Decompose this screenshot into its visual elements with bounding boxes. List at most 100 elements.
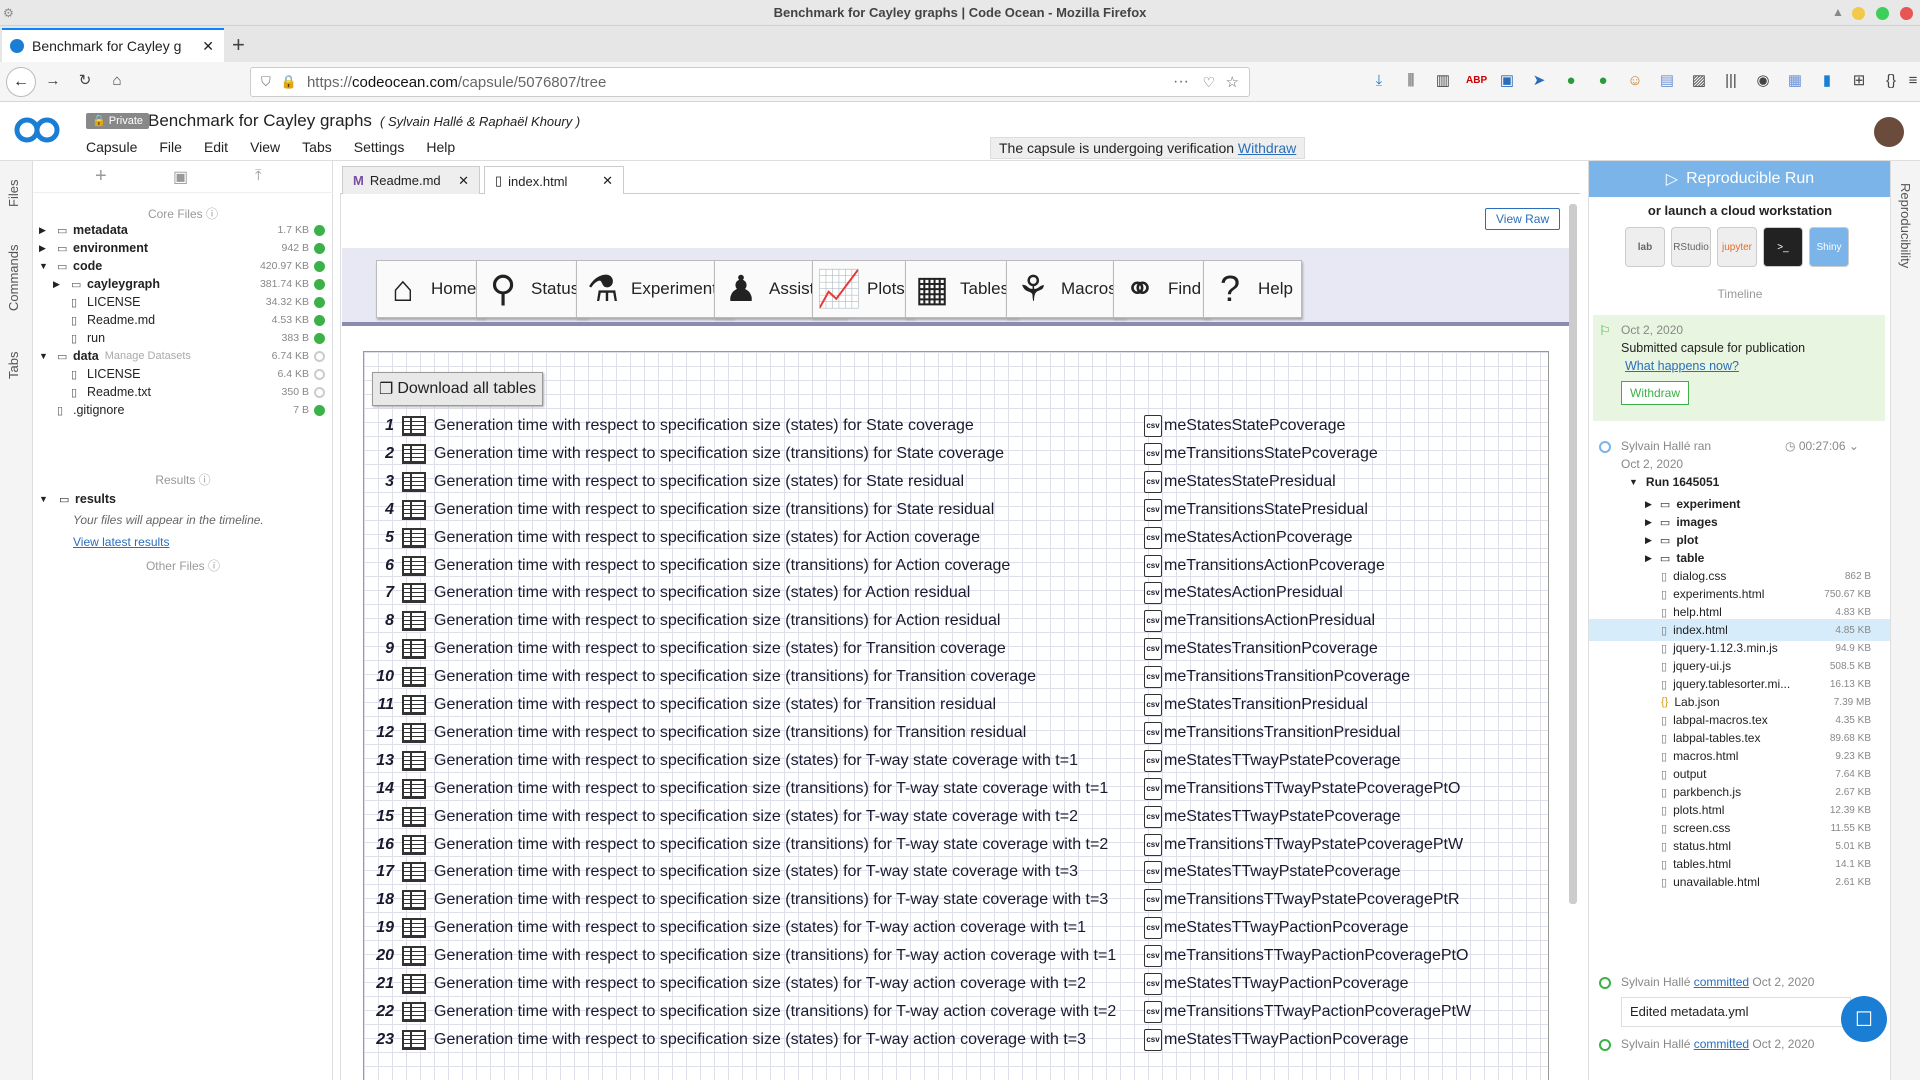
info-icon[interactable]: ⓘ (199, 473, 211, 487)
table-title-link[interactable]: Generation time with respect to specific… (434, 752, 1078, 770)
nav-plots-button[interactable]: 📈 Plots (812, 260, 914, 318)
extension-grid-icon[interactable]: ▦ (1786, 72, 1804, 90)
withdraw-link[interactable]: Withdraw (1238, 140, 1296, 156)
menu-help[interactable]: Help (426, 139, 455, 155)
expand-arrow-icon[interactable]: ▼ (1629, 477, 1638, 487)
table-icon[interactable] (402, 611, 426, 632)
vertical-scrollbar[interactable] (1569, 204, 1577, 904)
table-icon[interactable] (402, 527, 426, 548)
csv-download-link[interactable]: csv meStatesTransitionPcoverage (1144, 638, 1378, 661)
table-title-link[interactable]: Generation time with respect to specific… (434, 557, 1010, 575)
minimize-button[interactable] (1852, 7, 1865, 20)
table-title-link[interactable]: Generation time with respect to specific… (434, 947, 1116, 965)
csv-download-link[interactable]: csv meStatesTransitionPresidual (1144, 694, 1368, 716)
extension-braces-icon[interactable]: {} (1882, 72, 1900, 90)
committed-link[interactable]: committed (1694, 975, 1749, 989)
table-icon[interactable] (402, 918, 426, 939)
nav-macros-button[interactable]: ⚘ Macros (1006, 260, 1126, 318)
terminal-icon[interactable]: >_ (1763, 227, 1803, 267)
expand-arrow-icon[interactable]: ▶ (1645, 535, 1652, 546)
table-icon[interactable] (402, 1001, 426, 1022)
nav-find-button[interactable]: ⚭ Find (1113, 260, 1211, 318)
table-icon[interactable] (402, 862, 426, 883)
codeocean-logo[interactable] (14, 117, 62, 143)
upload-icon[interactable]: ⤒ (255, 167, 262, 184)
info-icon[interactable]: ⓘ (208, 559, 220, 573)
reproducibility-tab[interactable]: Reproducibility (1898, 183, 1913, 268)
csv-download-link[interactable]: csv meTransitionsTransitionPcoverage (1144, 666, 1410, 689)
table-icon[interactable] (402, 639, 426, 660)
expand-arrow-icon[interactable]: ▶ (1645, 517, 1652, 528)
rail-tab-commands[interactable]: Commands (6, 245, 21, 311)
manage-datasets-link[interactable]: Manage Datasets (105, 350, 191, 362)
expand-arrow-icon[interactable]: ▶ (39, 243, 53, 254)
table-icon[interactable] (402, 778, 426, 799)
expand-arrow-icon[interactable]: ▶ (39, 225, 53, 236)
csv-download-link[interactable]: csv meTransitionsActionPcoverage (1144, 554, 1385, 577)
close-tab-icon[interactable]: ✕ (202, 38, 214, 55)
results-folder[interactable]: ▼ ▭ results (33, 488, 333, 510)
table-icon[interactable] (402, 471, 426, 492)
table-title-link[interactable]: Generation time with respect to specific… (434, 891, 1108, 909)
jupyterlab-icon[interactable]: lab (1625, 227, 1665, 267)
committed-link[interactable]: committed (1694, 1037, 1749, 1051)
csv-download-link[interactable]: csv meTransitionsTTwayPactionPcoveragePtO (1144, 945, 1468, 968)
close-tab-icon[interactable]: ✕ (602, 173, 613, 189)
jupyter-icon[interactable]: jupyter (1717, 227, 1757, 267)
url-bar[interactable]: ⛉ 🔒 https://codeocean.com/capsule/507680… (250, 67, 1250, 97)
sidebar-icon[interactable]: ▥ (1434, 72, 1452, 90)
csv-download-link[interactable]: csv meTransitionsTTwayPactionPcoveragePtW (1144, 1000, 1471, 1023)
run-file[interactable]: ▯ unavailable.html 2.61 KB (1589, 871, 1891, 893)
table-title-link[interactable]: Generation time with respect to specific… (434, 612, 1000, 630)
adblock-icon[interactable]: ABP (1466, 72, 1487, 90)
csv-download-link[interactable]: csv meStatesTTwayPstatePcoverage (1144, 749, 1401, 772)
collapse-arrow-icon[interactable]: ▼ (39, 261, 53, 271)
extension-notify-icon[interactable]: ▮ (1818, 72, 1836, 90)
table-icon[interactable] (402, 974, 426, 994)
table-icon[interactable] (402, 555, 426, 576)
expand-arrow-icon[interactable]: ▶ (1645, 553, 1652, 564)
table-title-link[interactable]: Generation time with respect to specific… (434, 808, 1078, 826)
csv-download-link[interactable]: csv meStatesActionPresidual (1144, 582, 1343, 605)
chat-icon[interactable]: ☐ (1841, 996, 1887, 1042)
library-icon[interactable]: ⫼ (1402, 72, 1420, 90)
table-title-link[interactable]: Generation time with respect to specific… (434, 696, 996, 714)
menu-edit[interactable]: Edit (204, 139, 228, 155)
expand-arrow-icon[interactable]: ▶ (53, 279, 67, 290)
add-folder-icon[interactable]: ▣ (173, 167, 188, 187)
home-icon[interactable]: ⌂ (108, 72, 126, 90)
close-window-button[interactable] (1900, 7, 1913, 20)
table-icon[interactable] (402, 583, 426, 604)
add-file-icon[interactable]: + (95, 165, 107, 188)
table-title-link[interactable]: Generation time with respect to specific… (434, 584, 970, 602)
browser-tab[interactable]: Benchmark for Cayley g ✕ (2, 28, 224, 62)
table-title-link[interactable]: Generation time with respect to specific… (434, 724, 1026, 742)
nav-tables-button[interactable]: ▦ Tables (905, 260, 1019, 318)
caret-up-icon[interactable]: ▲ (1832, 5, 1844, 19)
menu-settings[interactable]: Settings (354, 139, 405, 155)
view-latest-results-link[interactable]: View latest results (73, 535, 170, 549)
table-title-link[interactable]: Generation time with respect to specific… (434, 473, 964, 491)
extension-image-icon[interactable]: ▨ (1690, 72, 1708, 90)
table-title-link[interactable]: Generation time with respect to specific… (434, 863, 1078, 881)
table-title-link[interactable]: Generation time with respect to specific… (434, 975, 1086, 993)
back-arrow-icon[interactable]: ← (6, 67, 36, 97)
csv-download-link[interactable]: csv meTransitionsStatePcoverage (1144, 442, 1378, 465)
table-title-link[interactable]: Generation time with respect to specific… (434, 501, 994, 519)
cursor-icon[interactable]: ➤ (1530, 72, 1548, 90)
csv-download-link[interactable]: csv meTransitionsTransitionPresidual (1144, 721, 1400, 744)
gear-icon[interactable]: ⚙ (3, 6, 17, 20)
table-icon[interactable] (402, 499, 426, 520)
table-icon[interactable] (402, 667, 426, 688)
user-avatar[interactable] (1874, 117, 1904, 147)
rail-tab-tabs[interactable]: Tabs (6, 352, 21, 379)
shiny-icon[interactable]: Shiny (1809, 227, 1849, 267)
table-icon[interactable] (402, 1029, 426, 1050)
withdraw-button[interactable]: Withdraw (1621, 381, 1690, 405)
download-icon[interactable]: ⤓ (1370, 72, 1388, 90)
new-tab-button[interactable]: + (232, 32, 245, 58)
extension-avatar-icon[interactable]: ◉ (1754, 72, 1772, 90)
csv-download-link[interactable]: csv meTransitionsStatePresidual (1144, 498, 1368, 521)
extension-doc-icon[interactable]: ▤ (1658, 72, 1676, 90)
table-title-link[interactable]: Generation time with respect to specific… (434, 640, 1006, 658)
